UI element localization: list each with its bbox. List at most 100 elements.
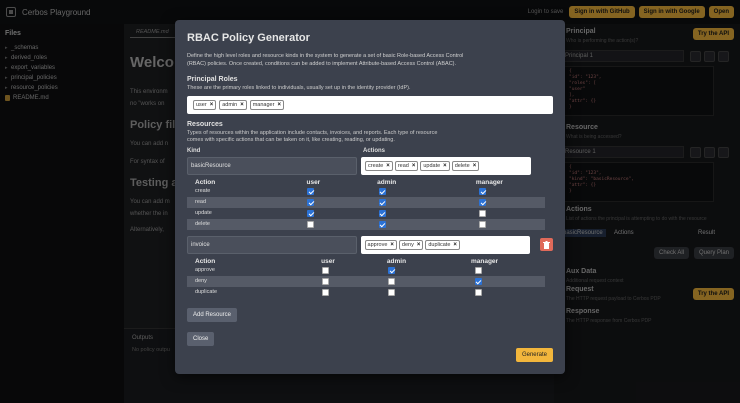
action-col-header: Action	[195, 178, 216, 186]
permission-cell	[344, 220, 421, 228]
permission-checkbox-manager[interactable]	[474, 288, 482, 296]
permission-checkbox-manager[interactable]	[479, 198, 487, 206]
action-tag: deny ×	[398, 239, 424, 250]
permission-checkbox-admin[interactable]	[378, 198, 386, 206]
permission-cell	[411, 277, 545, 285]
permission-grid: create read update delete	[187, 186, 553, 230]
permission-cell	[373, 266, 411, 274]
permission-row: create	[187, 186, 545, 197]
permission-checkbox-admin[interactable]	[378, 187, 386, 195]
permission-cell	[344, 209, 421, 217]
permission-cell	[277, 277, 373, 285]
permission-action-label: create	[195, 188, 211, 194]
principal-roles-desc: These are the primary roles linked to in…	[187, 85, 411, 91]
permission-cell	[373, 277, 411, 285]
role-tag: user ×	[193, 99, 217, 110]
permission-checkbox-admin[interactable]	[388, 266, 396, 274]
permission-checkbox-user[interactable]	[307, 187, 315, 195]
close-wrap: Close	[187, 331, 553, 346]
permission-checkbox-user[interactable]	[321, 277, 329, 285]
role-tag: admin ×	[219, 99, 247, 110]
permission-cell	[421, 209, 545, 217]
permission-checkbox-manager[interactable]	[474, 277, 482, 285]
permission-checkbox-user[interactable]	[307, 198, 315, 206]
close-button[interactable]: Close	[187, 331, 215, 346]
action-tag-label: deny	[401, 241, 414, 248]
role-tag: manager ×	[249, 99, 284, 110]
kind-input[interactable]: basicResource	[187, 156, 357, 175]
resource-row: basicResource create × read × update × dele…	[187, 156, 553, 175]
resource-column-labels: Kind Actions	[187, 148, 553, 154]
kind-label: Kind	[187, 147, 201, 154]
permission-action-label: duplicate	[195, 289, 218, 295]
permission-checkbox-user[interactable]	[321, 288, 329, 296]
action-tag: delete ×	[451, 160, 480, 171]
permission-cell	[277, 288, 373, 296]
action-tag: read ×	[394, 160, 419, 171]
action-tag-label: create	[368, 162, 384, 169]
role-col-header: manager	[470, 257, 499, 265]
modal-title: RBAC Policy Generator	[187, 32, 310, 44]
role-col-header: user	[321, 257, 335, 265]
action-tag-label: approve	[367, 241, 388, 248]
actions-label: Actions	[363, 147, 386, 154]
kind-input[interactable]: invoice	[187, 235, 357, 254]
resource-row: invoice approve × deny × duplicate ×	[187, 235, 553, 254]
remove-tag-icon[interactable]: ×	[390, 242, 394, 248]
remove-tag-icon[interactable]: ×	[210, 102, 214, 108]
delete-resource-button[interactable]	[540, 238, 553, 251]
action-tag-label: delete	[454, 162, 470, 169]
add-resource-wrap: Add Resource	[187, 307, 553, 322]
permission-row: approve	[187, 265, 545, 276]
generate-button[interactable]: Generate	[515, 348, 553, 362]
permission-cell	[277, 209, 344, 217]
permission-checkbox-manager[interactable]	[479, 187, 487, 195]
actions-tag-input[interactable]: create × read × update × delete ×	[361, 156, 531, 175]
permission-row: deny	[187, 275, 545, 287]
permission-cell	[421, 187, 545, 195]
role-tag-label: user	[196, 101, 207, 108]
remove-tag-icon[interactable]: ×	[386, 163, 390, 169]
role-col-header: user	[306, 178, 321, 186]
action-col-header: Action	[195, 257, 216, 265]
permission-checkbox-admin[interactable]	[378, 209, 386, 217]
permission-cell	[277, 198, 344, 206]
permission-cell	[277, 266, 373, 274]
rbac-generator-modal: RBAC Policy Generator Define the high le…	[175, 20, 565, 374]
action-tag: duplicate ×	[425, 239, 460, 250]
actions-tag-input[interactable]: approve × deny × duplicate ×	[360, 235, 531, 254]
remove-tag-icon[interactable]: ×	[443, 163, 447, 169]
permission-checkbox-user[interactable]	[307, 220, 315, 228]
remove-tag-icon[interactable]: ×	[412, 163, 416, 169]
permission-checkbox-user[interactable]	[307, 209, 315, 217]
permission-cell	[411, 266, 545, 274]
remove-tag-icon[interactable]: ×	[473, 163, 477, 169]
remove-tag-icon[interactable]: ×	[417, 242, 421, 248]
remove-tag-icon[interactable]: ×	[240, 102, 244, 108]
roles-tag-input[interactable]: user × admin × manager ×	[187, 95, 553, 114]
permission-checkbox-admin[interactable]	[388, 288, 396, 296]
permission-row: read	[187, 196, 545, 208]
remove-tag-icon[interactable]: ×	[453, 242, 457, 248]
permission-cell	[421, 198, 545, 206]
role-col-header: admin	[377, 178, 397, 186]
role-tag-label: manager	[252, 101, 275, 108]
role-col-header: admin	[386, 257, 407, 265]
permission-checkbox-manager[interactable]	[474, 266, 482, 274]
permission-checkbox-admin[interactable]	[388, 277, 396, 285]
action-tag-label: duplicate	[428, 241, 451, 248]
permission-grid-header: Action user admin manager	[187, 258, 553, 265]
add-resource-button[interactable]: Add Resource	[187, 307, 238, 322]
resources-title: Resources	[187, 120, 223, 128]
permission-checkbox-manager[interactable]	[479, 220, 487, 228]
trash-icon	[543, 240, 551, 249]
permission-action-label: deny	[195, 278, 207, 284]
remove-tag-icon[interactable]: ×	[277, 102, 281, 108]
permission-checkbox-admin[interactable]	[378, 220, 386, 228]
permission-row: delete	[187, 218, 545, 230]
permission-cell	[373, 288, 411, 296]
principal-roles-title: Principal Roles	[187, 76, 238, 83]
permission-grid: approve deny duplicate	[187, 265, 553, 298]
permission-checkbox-user[interactable]	[321, 266, 329, 274]
permission-checkbox-manager[interactable]	[479, 209, 487, 217]
